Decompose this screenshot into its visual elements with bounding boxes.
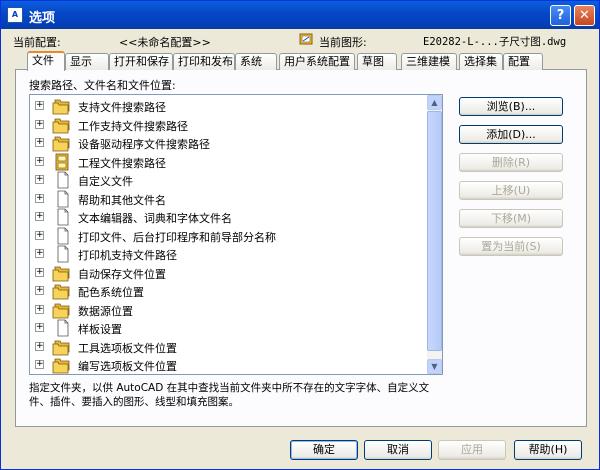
tree-item[interactable]: + 自动保存文件位置 [30,264,428,283]
options-dialog: A 选项 ? ✕ 当前配置: <<未命名配置>> 当前图形: E20282-L-… [0,0,600,470]
tab-3d-modeling[interactable]: 三维建模 [401,53,457,70]
tree-item-label: 打印文件、后台打印程序和前导部分名称 [78,230,276,244]
tree-item-label: 工作支持文件搜索路径 [78,119,188,133]
tab-profiles[interactable]: 配置 [503,53,543,70]
tree-item-label: 配色系统位置 [78,286,144,299]
browse-button[interactable]: 浏览(B)... [459,97,563,116]
folders-icon [52,97,74,115]
tree-item-label: 自定义文件 [78,175,133,188]
folders-icon [52,264,74,282]
tree-item[interactable]: + 文本编辑器、词典和字体文件名 [30,208,428,227]
document-icon [52,190,74,208]
tree-item[interactable]: + 数据源位置 [30,301,428,320]
tree-item-label: 设备驱动程序文件搜索路径 [78,138,210,151]
tree-item[interactable]: + 样板设置 [30,319,428,338]
expand-icon[interactable]: + [35,286,44,295]
folders-icon [52,282,74,300]
tree-item-label: 打印机支持文件路径 [78,249,177,262]
document-icon [52,319,74,337]
tab-open-save[interactable]: 打开和保存 [109,53,173,70]
tree-item-label: 编写选项板文件位置 [78,360,177,373]
tree-item[interactable]: + 编写选项板文件位置 [30,356,428,374]
expand-icon[interactable]: + [35,267,44,277]
tab-display[interactable]: 显示 [65,53,109,70]
tree-item[interactable]: + 工程文件搜索路径 [30,153,428,172]
tree-item[interactable]: + 打印文件、后台打印程序和前导部分名称 [30,227,428,246]
expand-icon[interactable]: + [35,193,44,203]
set-current-button[interactable]: 置为当前(S) [459,237,563,256]
tree-item-label: 工具选项板文件位置 [78,341,177,355]
apply-button[interactable]: 应用 [438,440,506,460]
tree-item-label: 数据源位置 [78,304,133,318]
tab-selection[interactable]: 选择集 [459,53,503,70]
folders-icon [52,338,74,356]
drawing-icon [299,33,313,45]
remove-button[interactable]: 删除(R) [459,153,563,172]
expand-icon[interactable]: + [35,119,44,129]
folders-icon [52,301,74,319]
tree-item[interactable]: + 帮助和其他文件名 [30,190,428,209]
scroll-up-icon[interactable]: ▲ [427,95,442,110]
document-icon [52,245,74,263]
tree-item-label: 自动保存文件位置 [78,267,166,281]
tree-item[interactable]: + 支持文件搜索路径 [30,97,428,116]
tab-files[interactable]: 文件 [27,51,65,71]
autocad-app-icon: A [7,7,23,23]
tree-item[interactable]: + 设备驱动程序文件搜索路径 [30,134,428,153]
tab-user-preferences[interactable]: 用户系统配置 [279,53,355,70]
tab-plot-publish[interactable]: 打印和发布 [173,53,235,70]
expand-icon[interactable]: + [35,156,44,166]
tree-rows: + 支持文件搜索路径 + 工作支持文件搜索路径 + 设备驱动程序文件搜索路径 + 工程文件搜索… [30,97,428,374]
tree-item[interactable]: + 配色系统位置 [30,282,428,301]
file-cabinet-icon [52,153,74,171]
description-text: 指定文件夹，以供 AutoCAD 在其中查找当前文件夹中所不存在的文字字体、自定… [29,382,430,408]
folders-icon [52,356,74,374]
folders-icon [52,116,74,134]
move-up-button[interactable]: 上移(U) [459,181,563,200]
expand-icon[interactable]: + [35,175,44,184]
expand-icon[interactable]: + [35,101,44,110]
cancel-button[interactable]: 取消 [364,440,432,460]
scroll-down-icon[interactable]: ▼ [427,359,442,374]
expand-icon[interactable]: + [35,341,44,351]
add-button[interactable]: 添加(D)... [459,125,563,144]
current-drawing-label: 当前图形: [319,36,367,49]
current-drawing-value: E20282-L-...子尺寸图.dwg [423,36,567,48]
expand-icon[interactable]: + [35,138,44,147]
document-icon [52,171,74,189]
dialog-title: 选项 [29,11,56,26]
folders-icon [52,134,74,152]
tree-item-label: 支持文件搜索路径 [78,101,166,114]
tab-drafting[interactable]: 草图 [357,53,397,70]
tree-item[interactable]: + 工具选项板文件位置 [30,338,428,357]
move-down-button[interactable]: 下移(M) [459,209,563,228]
search-paths-tree[interactable]: + 支持文件搜索路径 + 工作支持文件搜索路径 + 设备驱动程序文件搜索路径 + 工程文件搜索… [29,94,443,375]
expand-icon[interactable]: + [35,360,44,369]
tree-item[interactable]: + 工作支持文件搜索路径 [30,116,428,135]
tree-item-label: 帮助和其他文件名 [78,193,166,207]
help-button[interactable]: 帮助(H) [514,440,582,460]
document-icon [52,227,74,245]
tree-item-label: 文本编辑器、词典和字体文件名 [78,212,232,225]
help-title-button[interactable]: ? [550,5,571,26]
tree-item-label: 工程文件搜索路径 [78,156,166,170]
document-icon [52,208,74,226]
tree-caption: 搜索路径、文件名和文件位置: [29,79,176,92]
scroll-thumb[interactable] [427,111,442,351]
title-bar[interactable]: A 选项 ? ✕ [1,1,599,29]
ok-button[interactable]: 确定 [290,440,358,460]
expand-icon[interactable]: + [35,212,44,221]
tree-scrollbar[interactable]: ▲ ▼ [427,95,442,374]
tree-item[interactable]: + 打印机支持文件路径 [30,245,428,264]
expand-icon[interactable]: + [35,230,44,240]
expand-icon[interactable]: + [35,249,44,258]
expand-icon[interactable]: + [35,304,44,314]
tree-item[interactable]: + 自定义文件 [30,171,428,190]
current-profile-value: <<未命名配置>> [119,36,211,49]
tree-item-label: 样板设置 [78,323,122,336]
close-button[interactable]: ✕ [574,5,595,26]
expand-icon[interactable]: + [35,323,44,332]
current-profile-label: 当前配置: [13,36,61,49]
tab-system[interactable]: 系统 [235,53,277,70]
